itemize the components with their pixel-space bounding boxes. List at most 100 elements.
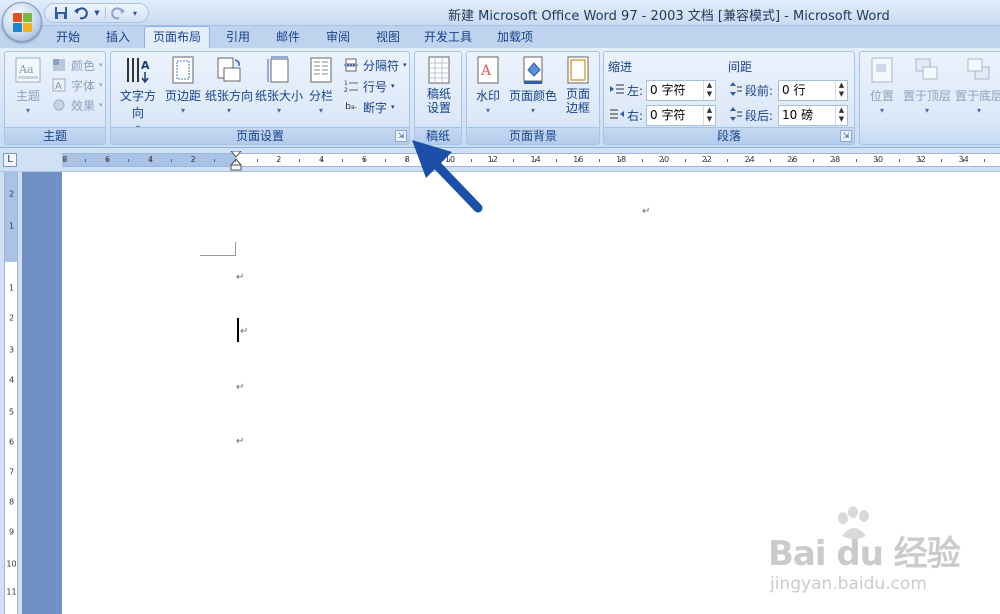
- theme-fonts-button[interactable]: A 字体 ▾: [51, 76, 103, 94]
- paragraph-dialog-launcher-icon[interactable]: ⇲: [840, 130, 852, 142]
- send-to-back-button[interactable]: 置于底层 ▾: [954, 56, 1000, 124]
- spacing-before-label: 段前:: [730, 82, 773, 99]
- save-icon[interactable]: [53, 5, 69, 21]
- ruler-number: 2: [8, 313, 15, 323]
- page-borders-button[interactable]: 页面 边框: [561, 56, 595, 124]
- page-size-button[interactable]: 纸张大小 ▾: [255, 56, 303, 124]
- spacing-before-input[interactable]: 0 行 ▲ ▼: [778, 80, 848, 101]
- ruler-tick: [213, 159, 215, 162]
- text-direction-button[interactable]: A 文字方向 ▾: [115, 56, 161, 132]
- group-paragraph-label: 段落: [604, 127, 854, 144]
- page-color-label: 页面颜色: [508, 89, 557, 103]
- customize-icon[interactable]: ▾: [130, 5, 140, 21]
- chevron-down-icon: ▾: [924, 106, 929, 115]
- indent-left-value: 0 字符: [650, 83, 686, 97]
- watermark-button[interactable]: A 水印 ▾: [471, 56, 505, 124]
- tab-addins[interactable]: 加载项: [488, 27, 542, 48]
- bring-to-front-label: 置于顶层: [902, 89, 951, 103]
- margins-button[interactable]: 页边距 ▾: [165, 56, 201, 124]
- tab-page-layout[interactable]: 页面布局: [144, 26, 210, 48]
- bring-to-front-button[interactable]: 置于顶层 ▾: [902, 56, 952, 124]
- ruler-tick: [599, 159, 600, 162]
- page-size-label: 纸张大小: [255, 89, 304, 103]
- indent-right-label: 右:: [610, 107, 643, 124]
- page-color-button[interactable]: 页面颜色 ▾: [507, 56, 559, 124]
- spinner-arrows-icon[interactable]: ▲ ▼: [703, 81, 715, 100]
- theme-effects-button[interactable]: 效果 ▾: [51, 96, 103, 114]
- themes-label: 主题: [15, 89, 40, 103]
- svg-text:1: 1: [344, 80, 348, 87]
- tab-selector-icon[interactable]: L: [3, 153, 17, 167]
- manuscript-setup-button[interactable]: 稿纸 设置: [419, 56, 459, 124]
- indent-left-text: 左:: [627, 84, 644, 98]
- undo-icon[interactable]: [73, 5, 89, 21]
- spacing-before-text: 段前:: [745, 84, 774, 98]
- ruler-tick: [85, 159, 87, 162]
- ruler-tick: [106, 159, 108, 162]
- spinner-arrows-icon[interactable]: ▲ ▼: [835, 81, 847, 100]
- orientation-label: 纸张方向: [205, 89, 254, 103]
- paragraph-mark-icon: ↵: [236, 272, 245, 283]
- chevron-down-icon: ▾: [226, 106, 231, 115]
- tab-developer[interactable]: 开发工具: [416, 27, 480, 48]
- spacing-before-value: 0 行: [782, 83, 806, 97]
- columns-button[interactable]: 分栏 ▾: [305, 56, 337, 124]
- page-size-icon: [267, 56, 289, 83]
- ruler-number: 1: [8, 283, 15, 293]
- svg-text:A: A: [141, 59, 150, 72]
- chevron-down-icon: ▾: [25, 106, 30, 115]
- title-bar: ▼ ▾ 新建 Microsoft Office Word 97 - 2003 文…: [0, 0, 1000, 42]
- ruler-number: 3: [8, 345, 15, 355]
- paragraph-mark-icon: ↵: [642, 206, 651, 217]
- breaks-label: 分隔符: [363, 58, 400, 73]
- position-label: 位置: [869, 89, 894, 103]
- vertical-ruler[interactable]: 2 1 1 2 3 4 5 6 7 8 9 10 11: [4, 172, 18, 614]
- spacing-heading: 间距: [728, 60, 753, 74]
- office-button[interactable]: [2, 2, 42, 42]
- ruler-number: 8: [8, 497, 15, 507]
- tab-insert[interactable]: 插入: [96, 27, 140, 48]
- position-button[interactable]: 位置 ▾: [864, 56, 900, 124]
- page-borders-label-line1: 页面: [565, 87, 590, 101]
- tab-mailings[interactable]: 邮件: [266, 27, 310, 48]
- ruler-tick: [813, 159, 814, 162]
- paragraph-mark-icon: ↵: [240, 326, 249, 337]
- spacing-before-icon: [730, 82, 742, 99]
- orientation-button[interactable]: 纸张方向 ▾: [205, 56, 253, 124]
- ruler-tick: [684, 159, 686, 162]
- ruler-tick: [770, 159, 772, 162]
- group-paragraph: 缩进 间距 左: 0 字符 ▲ ▼ 右: 0 字符 ▲ ▼ 段前: 0 行 ▲ ▼ 段…: [603, 51, 855, 145]
- tab-review[interactable]: 审阅: [316, 27, 360, 48]
- spacing-after-input[interactable]: 10 磅 ▲ ▼: [778, 105, 848, 126]
- themes-button[interactable]: Aa 主题 ▾: [9, 56, 47, 124]
- tab-references[interactable]: 引用: [216, 27, 260, 48]
- ruler-tick: [577, 159, 579, 162]
- ruler-tick: [962, 159, 964, 162]
- theme-effects-label: 效果: [71, 98, 96, 113]
- spinner-arrows-icon[interactable]: ▲ ▼: [835, 106, 847, 125]
- redo-icon[interactable]: [110, 5, 126, 21]
- theme-colors-label: 颜色: [71, 58, 96, 73]
- breaks-button[interactable]: 分隔符 ▾: [343, 56, 407, 74]
- bring-to-front-icon: [915, 58, 938, 80]
- spacing-after-value: 10 磅: [782, 108, 814, 122]
- spacing-after-text: 段后:: [745, 109, 774, 123]
- theme-colors-button[interactable]: 颜色 ▾: [51, 56, 103, 74]
- hyphenation-button[interactable]: b a- 断字 ▾: [343, 98, 394, 116]
- spinner-arrows-icon[interactable]: ▲ ▼: [703, 106, 715, 125]
- effects-icon: [51, 98, 67, 113]
- paragraph-mark-icon: ↵: [236, 436, 245, 447]
- tab-view[interactable]: 视图: [366, 27, 410, 48]
- indent-left-input[interactable]: 0 字符 ▲ ▼: [646, 80, 716, 101]
- indent-heading: 缩进: [608, 60, 633, 74]
- ruler-tick: [363, 159, 365, 162]
- undo-dropdown-icon[interactable]: ▼: [93, 5, 101, 21]
- line-numbers-button[interactable]: 12 行号 ▾: [343, 77, 395, 95]
- send-to-back-label: 置于底层: [954, 89, 1000, 103]
- tab-home[interactable]: 开始: [46, 27, 90, 48]
- ruler-tick: [834, 159, 836, 162]
- indent-right-input[interactable]: 0 字符 ▲ ▼: [646, 105, 716, 126]
- horizontal-ruler[interactable]: 8642246810121416182022242628303234: [62, 151, 1000, 171]
- text-direction-label: 文字方向: [119, 89, 156, 120]
- ruler-tick: [556, 159, 558, 162]
